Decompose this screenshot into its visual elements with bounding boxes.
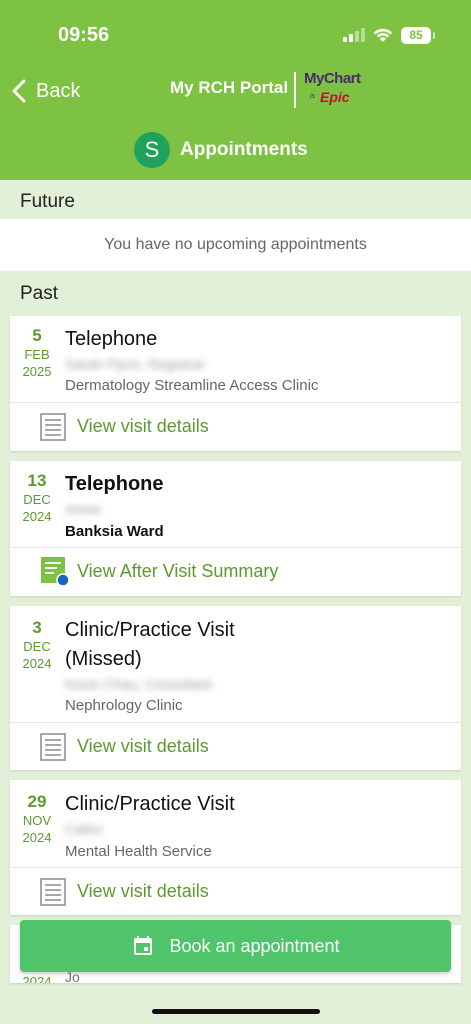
view-visit-details-button[interactable]: View visit details — [10, 722, 461, 770]
visit-type: Telephone — [65, 473, 164, 495]
action-label: View After Visit Summary — [77, 561, 279, 581]
header: 09:56 85 Back My RCH Portal MyChart is E… — [0, 0, 471, 180]
visit-type: Clinic/Practice Visit — [65, 793, 235, 815]
provider-name: Annie — [65, 501, 101, 517]
book-appointment-button[interactable]: Book an appointment — [20, 920, 451, 972]
battery-icon: 85 — [401, 26, 435, 44]
document-icon — [40, 413, 66, 441]
page-title: S Appointments — [134, 132, 308, 168]
calendar-icon — [134, 936, 153, 955]
appointment-date: 5 FEB 2025 — [22, 326, 52, 379]
visit-type: Clinic/Practice Visit — [65, 619, 235, 641]
status-time: 09:56 — [58, 24, 110, 46]
action-label: View visit details — [77, 736, 209, 756]
chevron-left-icon — [12, 79, 26, 103]
future-section-label: Future — [20, 191, 75, 212]
department: Nephrology Clinic — [65, 697, 183, 714]
avatar[interactable]: S — [134, 132, 170, 168]
visit-status-missed: (Missed) — [65, 648, 142, 670]
appointment-card[interactable]: 5 FEB 2025 Telephone Sarah Flynn, Regist… — [10, 316, 461, 451]
view-after-visit-summary-button[interactable]: View After Visit Summary — [10, 547, 461, 595]
mychart-epic-logo: MyChart is Epic — [304, 70, 361, 105]
document-icon — [40, 733, 66, 761]
back-label: Back — [36, 79, 81, 102]
portal-name: My RCH Portal — [170, 78, 289, 97]
document-icon — [40, 878, 66, 906]
appointment-card[interactable]: 3 DEC 2024 Clinic/Practice Visit (Missed… — [10, 606, 461, 770]
home-indicator[interactable] — [152, 1009, 320, 1014]
department: Dermatology Streamline Access Clinic — [65, 377, 319, 394]
appointment-date: 3 DEC 2024 — [22, 618, 52, 671]
action-label: View visit details — [77, 881, 209, 901]
appointment-date: 2024 — [22, 974, 52, 983]
department: Banksia Ward — [65, 523, 164, 540]
cellular-signal-icon — [343, 28, 365, 42]
view-visit-details-button[interactable]: View visit details — [10, 867, 461, 915]
header-divider — [294, 72, 296, 108]
wifi-icon — [373, 28, 393, 42]
provider-name: Catho — [65, 821, 103, 837]
appointment-card[interactable]: 13 DEC 2024 Telephone Annie Banksia Ward… — [10, 461, 461, 596]
provider-name: Sarah Flynn, Registrar — [65, 356, 206, 372]
no-upcoming-message: You have no upcoming appointments — [0, 219, 471, 271]
page-title-text: Appointments — [180, 139, 308, 160]
back-button[interactable]: Back — [10, 76, 80, 106]
visit-type: Telephone — [65, 328, 158, 350]
book-appointment-label: Book an appointment — [169, 935, 340, 956]
appointment-date: 13 DEC 2024 — [22, 471, 52, 524]
past-section-label: Past — [20, 283, 59, 304]
view-visit-details-button[interactable]: View visit details — [10, 402, 461, 450]
status-icons: 85 — [343, 25, 435, 45]
department: Mental Health Service — [65, 843, 212, 860]
appointment-card[interactable]: 29 NOV 2024 Clinic/Practice Visit Catho … — [10, 780, 461, 915]
provider-name: Kevin Chau, Consultant — [65, 676, 213, 692]
after-visit-summary-icon — [41, 557, 70, 587]
appointment-date: 29 NOV 2024 — [22, 792, 52, 845]
action-label: View visit details — [77, 416, 209, 436]
